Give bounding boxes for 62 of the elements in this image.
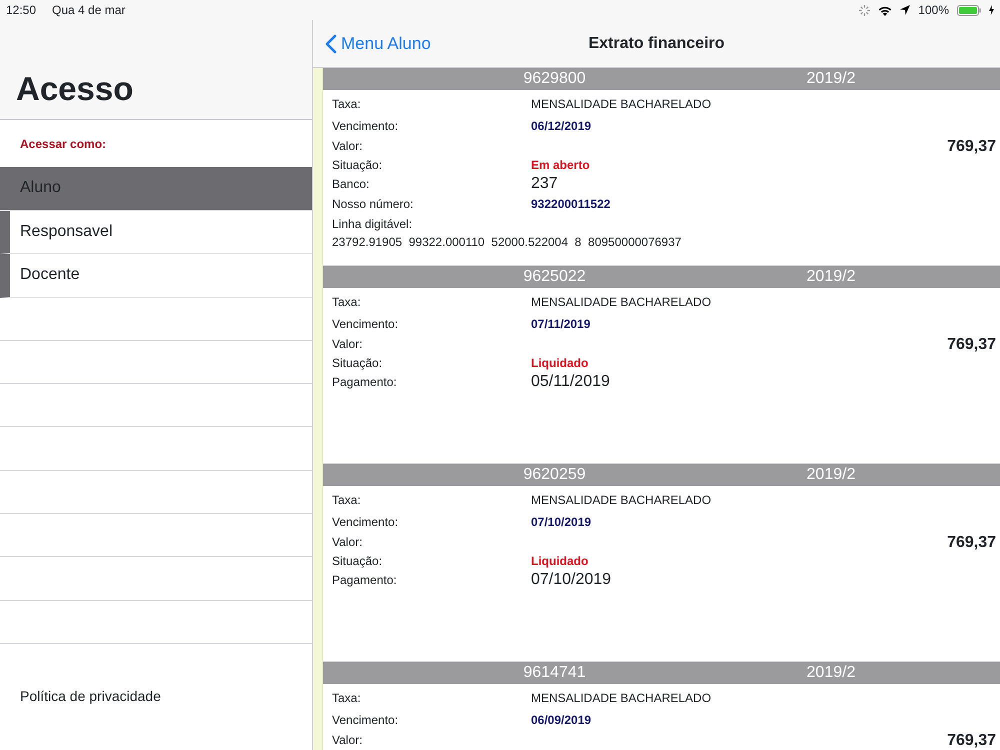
field-label: Situação: <box>332 356 384 370</box>
battery-icon <box>957 4 981 16</box>
period: 2019/2 <box>806 663 856 683</box>
field-value: 07/10/2019 <box>531 514 592 530</box>
wifi-icon <box>878 4 892 16</box>
time: 12:50 <box>6 2 36 19</box>
field-label: Nosso número: <box>332 197 414 212</box>
field-label: Pagamento: <box>332 374 398 389</box>
field-value: Em aberto <box>531 158 590 172</box>
section-label: Acessar como: <box>20 136 106 152</box>
field-value: MENSALIDADE BACHARELADO <box>531 96 712 112</box>
back-chevron-icon <box>325 34 337 54</box>
field-label: Valor: <box>332 337 364 352</box>
field-label: Situação: <box>332 554 384 568</box>
back-button[interactable]: Menu Aluno <box>313 30 437 58</box>
document-number: 9620259 <box>522 465 587 485</box>
field-value: MENSALIDADE BACHARELADO <box>531 492 712 508</box>
document-number: 9629800 <box>522 69 587 89</box>
field-value: 05/11/2019 <box>531 372 610 392</box>
field-label: Vencimento: <box>332 316 400 332</box>
date: Qua 4 de mar <box>52 2 126 19</box>
amount-value: 769,37 <box>947 137 996 156</box>
field-value: 932200011522 <box>531 197 610 212</box>
charging-icon <box>989 5 994 15</box>
field-label: Taxa: <box>332 96 362 112</box>
activity-icon <box>859 4 870 16</box>
field-value: 07/10/2019 <box>531 570 612 590</box>
field-value: MENSALIDADE BACHARELADO <box>531 690 712 706</box>
field-value: 06/09/2019 <box>531 712 592 728</box>
field-value: MENSALIDADE BACHARELADO <box>531 294 712 310</box>
document-number: 9625022 <box>522 267 587 287</box>
amount-value: 769,37 <box>947 731 996 750</box>
field-value: 07/11/2019 <box>531 316 590 332</box>
field-label: Taxa: <box>332 294 362 310</box>
amount-value: 769,37 <box>947 335 996 354</box>
period: 2019/2 <box>806 69 856 89</box>
period: 2019/2 <box>806 267 856 287</box>
field-label: Taxa: <box>332 492 362 508</box>
field-value: 237 <box>531 174 558 194</box>
field-label: Valor: <box>332 139 364 154</box>
field-value: 06/12/2019 <box>531 118 592 134</box>
field-label: Pagamento: <box>332 572 398 587</box>
period: 2019/2 <box>806 465 856 485</box>
page-title: Extrato financeiro <box>588 34 725 52</box>
field-label: Situação: <box>332 158 384 172</box>
field-value: Liquidado <box>531 356 588 370</box>
battery-percentage: 100% <box>918 2 949 19</box>
privacy-link[interactable]: Política de privacidade <box>20 686 161 708</box>
panel-title: Acesso <box>16 69 134 109</box>
amount-value: 769,37 <box>947 533 996 552</box>
field-label: Vencimento: <box>332 514 400 530</box>
document-number: 9614741 <box>522 663 587 683</box>
barcode-line: 23792.91905 99322.000110 52000.522004 8 80950000076937 <box>332 235 682 250</box>
location-icon <box>900 5 910 15</box>
field-label: Taxa: <box>332 690 362 706</box>
field-label: Vencimento: <box>332 712 400 728</box>
field-label: Valor: <box>332 733 364 748</box>
field-label: Linha digitável: <box>332 217 414 232</box>
field-label: Valor: <box>332 535 364 550</box>
field-label: Vencimento: <box>332 118 400 134</box>
field-value: Liquidado <box>531 554 588 568</box>
field-label: Banco: <box>332 176 370 191</box>
